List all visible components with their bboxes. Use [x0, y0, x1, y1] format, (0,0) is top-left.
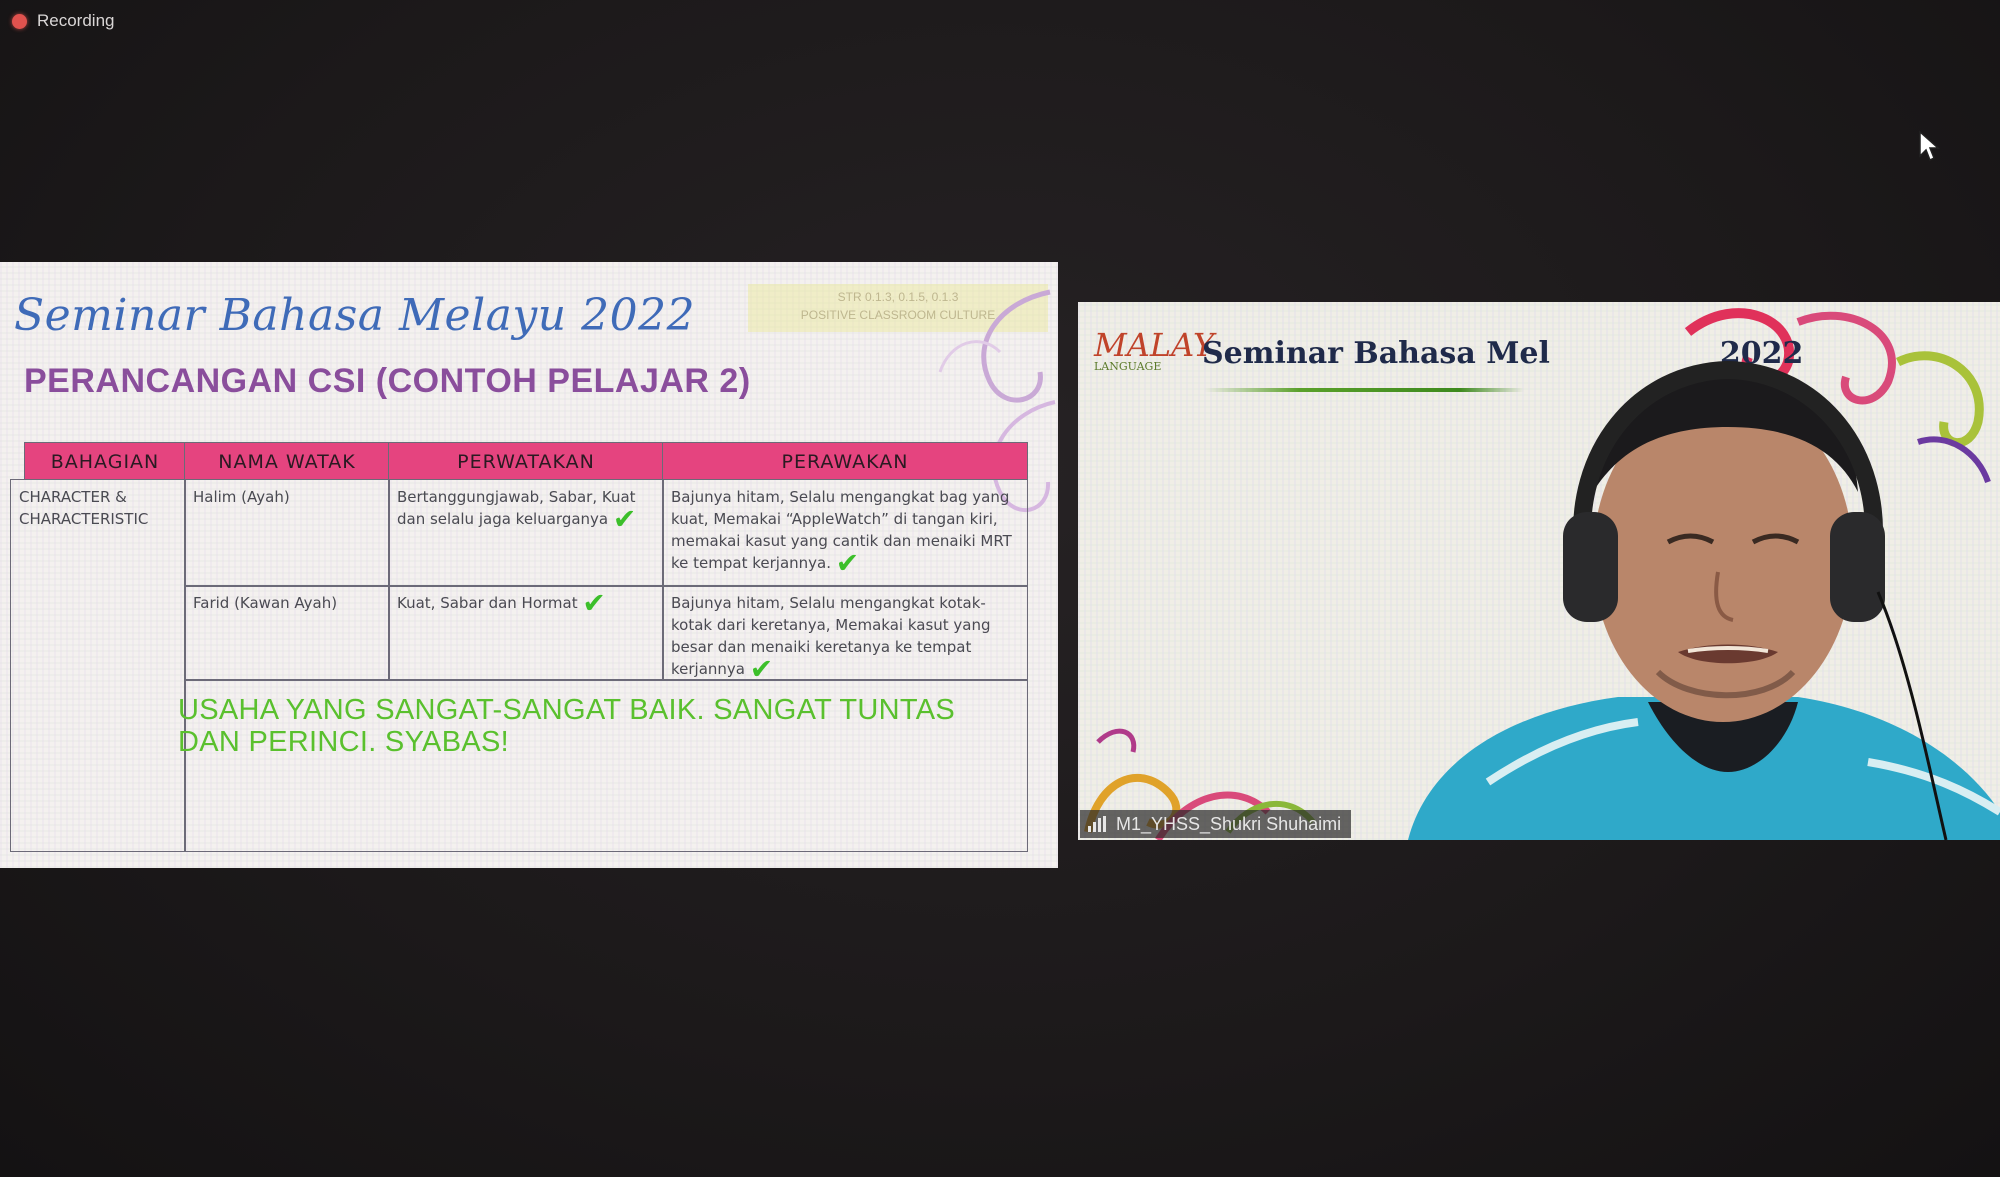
table-header: PERAWAKAN	[662, 442, 1028, 480]
perwatakan-text: Kuat, Sabar dan Hormat	[397, 594, 578, 612]
perwatakan-text: Bertanggungjawab, Sabar, Kuat dan selalu…	[397, 488, 636, 528]
table-header: BAHAGIAN	[24, 442, 186, 480]
table-cell-name: Farid (Kawan Ayah)	[184, 585, 390, 681]
logo-text: MALAY	[1094, 326, 1215, 364]
checkmark-icon: ✔	[835, 546, 860, 580]
shared-screen-slide: Seminar Bahasa Melayu 2022 STR 0.1.3, 0.…	[0, 262, 1058, 868]
participant-person-image	[1408, 360, 2000, 840]
recording-label: Recording	[37, 11, 115, 30]
recording-indicator[interactable]: Recording	[12, 8, 115, 34]
table-cell-perwatakan: Bertanggungjawab, Sabar, Kuat dan selalu…	[388, 479, 664, 587]
teacher-comment: USAHA YANG SANGAT-SANGAT BAIK. SANGAT TU…	[178, 694, 956, 758]
table-header: PERWATAKAN	[388, 442, 664, 480]
slide-subtitle: PERANCANGAN CSI (CONTOH PELAJAR 2)	[24, 362, 751, 400]
malay-language-logo: MALAY LANGUAGE	[1094, 326, 1214, 392]
checkmark-icon: ✔	[582, 586, 606, 620]
table-section-cell: CHARACTER & CHARACTERISTIC	[10, 479, 186, 852]
table-cell-perawakan: Bajunya hitam, Selalu mengangkat kotak-k…	[662, 585, 1028, 683]
table-cell-perwatakan: Kuat, Sabar dan Hormat ✔	[388, 585, 664, 681]
slide-title: Seminar Bahasa Melayu 2022	[14, 290, 696, 341]
recording-dot-icon	[12, 13, 27, 29]
character-table: BAHAGIAN NAMA WATAK PERWATAKAN PERAWAKAN…	[10, 442, 1028, 852]
table-cell-name: Halim (Ayah)	[184, 479, 390, 587]
participant-name: M1_YHSS_Shukri Shuhaimi	[1116, 813, 1342, 834]
perawakan-text: Bajunya hitam, Selalu mengangkat kotak-k…	[671, 594, 991, 678]
table-header: NAMA WATAK	[184, 442, 390, 480]
signal-strength-icon	[1088, 816, 1108, 832]
participant-video-tile[interactable]: MALAY LANGUAGE Seminar Bahasa Mel 2022	[1078, 302, 2000, 840]
checkmark-icon: ✔	[612, 502, 637, 536]
mouse-pointer-icon	[1919, 130, 1940, 162]
table-cell-perawakan: Bajunya hitam, Selalu mengangkat bag yan…	[662, 479, 1028, 587]
participant-name-tag: M1_YHSS_Shukri Shuhaimi	[1080, 810, 1352, 838]
